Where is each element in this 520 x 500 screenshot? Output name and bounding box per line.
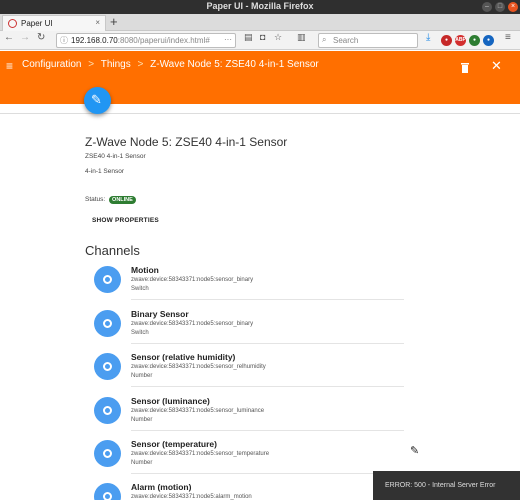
favicon-icon: [8, 19, 17, 28]
minimize-icon[interactable]: –: [482, 2, 492, 12]
page-actions-icon[interactable]: ···: [224, 35, 232, 44]
channel-name: Motion: [131, 265, 159, 275]
tab-paper-ui[interactable]: Paper UI ×: [2, 15, 106, 31]
channel-item[interactable]: Binary Sensor zwave:device:58343371:node…: [94, 309, 404, 353]
window-titlebar: Paper UI - Mozilla Firefox – □ ×: [0, 0, 520, 14]
back-icon[interactable]: ←: [4, 32, 14, 43]
edit-channel-icon[interactable]: ✎: [410, 444, 419, 457]
channel-radio-icon[interactable]: [94, 397, 121, 424]
reader-view-icon[interactable]: ▤: [244, 32, 253, 43]
pocket-icon[interactable]: ◘: [260, 32, 265, 42]
channel-divider: [131, 430, 404, 431]
thing-subtitle: ZSE40 4-in-1 Sensor: [85, 153, 146, 160]
tab-close-icon[interactable]: ×: [95, 18, 100, 27]
info-icon[interactable]: ⓘ: [60, 35, 68, 46]
library-icon[interactable]: ▥: [297, 32, 306, 43]
navigation-bar: ← → ↻ ⓘ 192.168.0.70:8080/paperui/index.…: [0, 31, 520, 50]
channel-type: Number: [131, 417, 153, 423]
channel-item[interactable]: Sensor (relative humidity) zwave:device:…: [94, 352, 404, 396]
channel-type: Switch: [131, 330, 149, 336]
channel-type: Number: [131, 460, 153, 466]
content-divider: [0, 113, 520, 116]
channel-name: Sensor (relative humidity): [131, 352, 236, 362]
new-tab-icon[interactable]: +: [110, 14, 118, 29]
search-icon: ⌕: [322, 35, 327, 44]
channel-uid: zwave:device:58343371:node5:sensor_lumin…: [131, 408, 265, 414]
menu-icon[interactable]: ≡: [505, 32, 511, 43]
channel-radio-icon[interactable]: [94, 310, 121, 337]
url-bar[interactable]: ⓘ 192.168.0.70:8080/paperui/index.html# …: [56, 33, 236, 48]
breadcrumb-configuration[interactable]: Configuration: [22, 59, 81, 70]
reload-icon[interactable]: ↻: [37, 32, 45, 43]
channel-item[interactable]: Alarm (motion) zwave:device:58343371:nod…: [94, 482, 404, 500]
channel-radio-icon[interactable]: [94, 266, 121, 293]
url-host: 192.168.0.70: [71, 36, 118, 45]
channel-item[interactable]: Motion zwave:device:58343371:node5:senso…: [94, 265, 404, 309]
channel-divider: [131, 386, 404, 387]
maximize-icon[interactable]: □: [495, 2, 505, 12]
edit-thing-button[interactable]: ✎: [84, 87, 111, 114]
channel-name: Alarm (motion): [131, 482, 192, 492]
channel-type: Switch: [131, 286, 149, 292]
pencil-icon: ✎: [91, 92, 102, 107]
trash-icon[interactable]: [461, 63, 469, 73]
downloads-icon[interactable]: ⤓: [426, 32, 430, 43]
search-placeholder: Search: [333, 36, 359, 45]
show-properties-button[interactable]: SHOW PROPERTIES: [92, 217, 159, 224]
channel-uid: zwave:device:58343371:node5:sensor_tempe…: [131, 451, 270, 457]
channel-name: Binary Sensor: [131, 309, 189, 319]
channel-radio-icon[interactable]: [94, 440, 121, 467]
channel-radio-icon[interactable]: [94, 483, 121, 500]
hamburger-menu-icon[interactable]: ≡: [6, 59, 13, 73]
channel-divider: [131, 299, 404, 300]
tab-bar: Paper UI × +: [0, 14, 520, 31]
breadcrumb-things[interactable]: Things: [101, 59, 131, 70]
tab-title: Paper UI: [21, 19, 53, 28]
search-bar[interactable]: ⌕ Search: [318, 33, 418, 48]
url-path: :8080/paperui/index.html#: [117, 36, 210, 45]
window-title: Paper UI - Mozilla Firefox: [206, 1, 314, 11]
bookmark-star-icon[interactable]: ☆: [274, 32, 282, 43]
adblock-icon[interactable]: ABP: [455, 35, 466, 46]
breadcrumb-separator: >: [137, 59, 144, 70]
app-header: ≡ Configuration > Things > Z-Wave Node 5…: [0, 51, 520, 104]
channel-divider: [131, 473, 404, 474]
channel-radio-icon[interactable]: [94, 353, 121, 380]
channels-heading: Channels: [85, 243, 140, 258]
channel-uid: zwave:device:58343371:node5:alarm_motion: [131, 494, 252, 500]
extension-icon[interactable]: ●: [441, 35, 452, 46]
channel-item[interactable]: Sensor (temperature) zwave:device:583433…: [94, 439, 404, 483]
channel-type: Number: [131, 373, 153, 379]
breadcrumb-separator: >: [88, 59, 95, 70]
extension-green-icon[interactable]: ●: [469, 35, 480, 46]
breadcrumb: Configuration > Things > Z-Wave Node 5: …: [22, 59, 323, 70]
channel-uid: zwave:device:58343371:node5:sensor_binar…: [131, 321, 254, 327]
channel-item[interactable]: Sensor (luminance) zwave:device:58343371…: [94, 396, 404, 440]
channel-name: Sensor (luminance): [131, 396, 210, 406]
close-window-icon[interactable]: ×: [508, 2, 518, 12]
close-icon[interactable]: ✕: [491, 58, 502, 74]
forward-icon[interactable]: →: [20, 32, 30, 43]
channel-divider: [131, 343, 404, 344]
channel-uid: zwave:device:58343371:node5:sensor_relhu…: [131, 364, 266, 370]
thing-title: Z-Wave Node 5: ZSE40 4-in-1 Sensor: [85, 135, 288, 149]
extension-blue-icon[interactable]: ●: [483, 35, 494, 46]
error-toast: ERROR: 500 - Internal Server Error: [373, 471, 520, 500]
channel-name: Sensor (temperature): [131, 439, 217, 449]
status-label: Status:: [85, 196, 106, 203]
status-badge: ONLINE: [109, 196, 136, 204]
status-row: Status: ONLINE: [85, 196, 136, 204]
thing-description: 4-in-1 Sensor: [85, 168, 125, 175]
breadcrumb-current: Z-Wave Node 5: ZSE40 4-in-1 Sensor: [150, 59, 319, 70]
channel-uid: zwave:device:58343371:node5:sensor_binar…: [131, 277, 254, 283]
